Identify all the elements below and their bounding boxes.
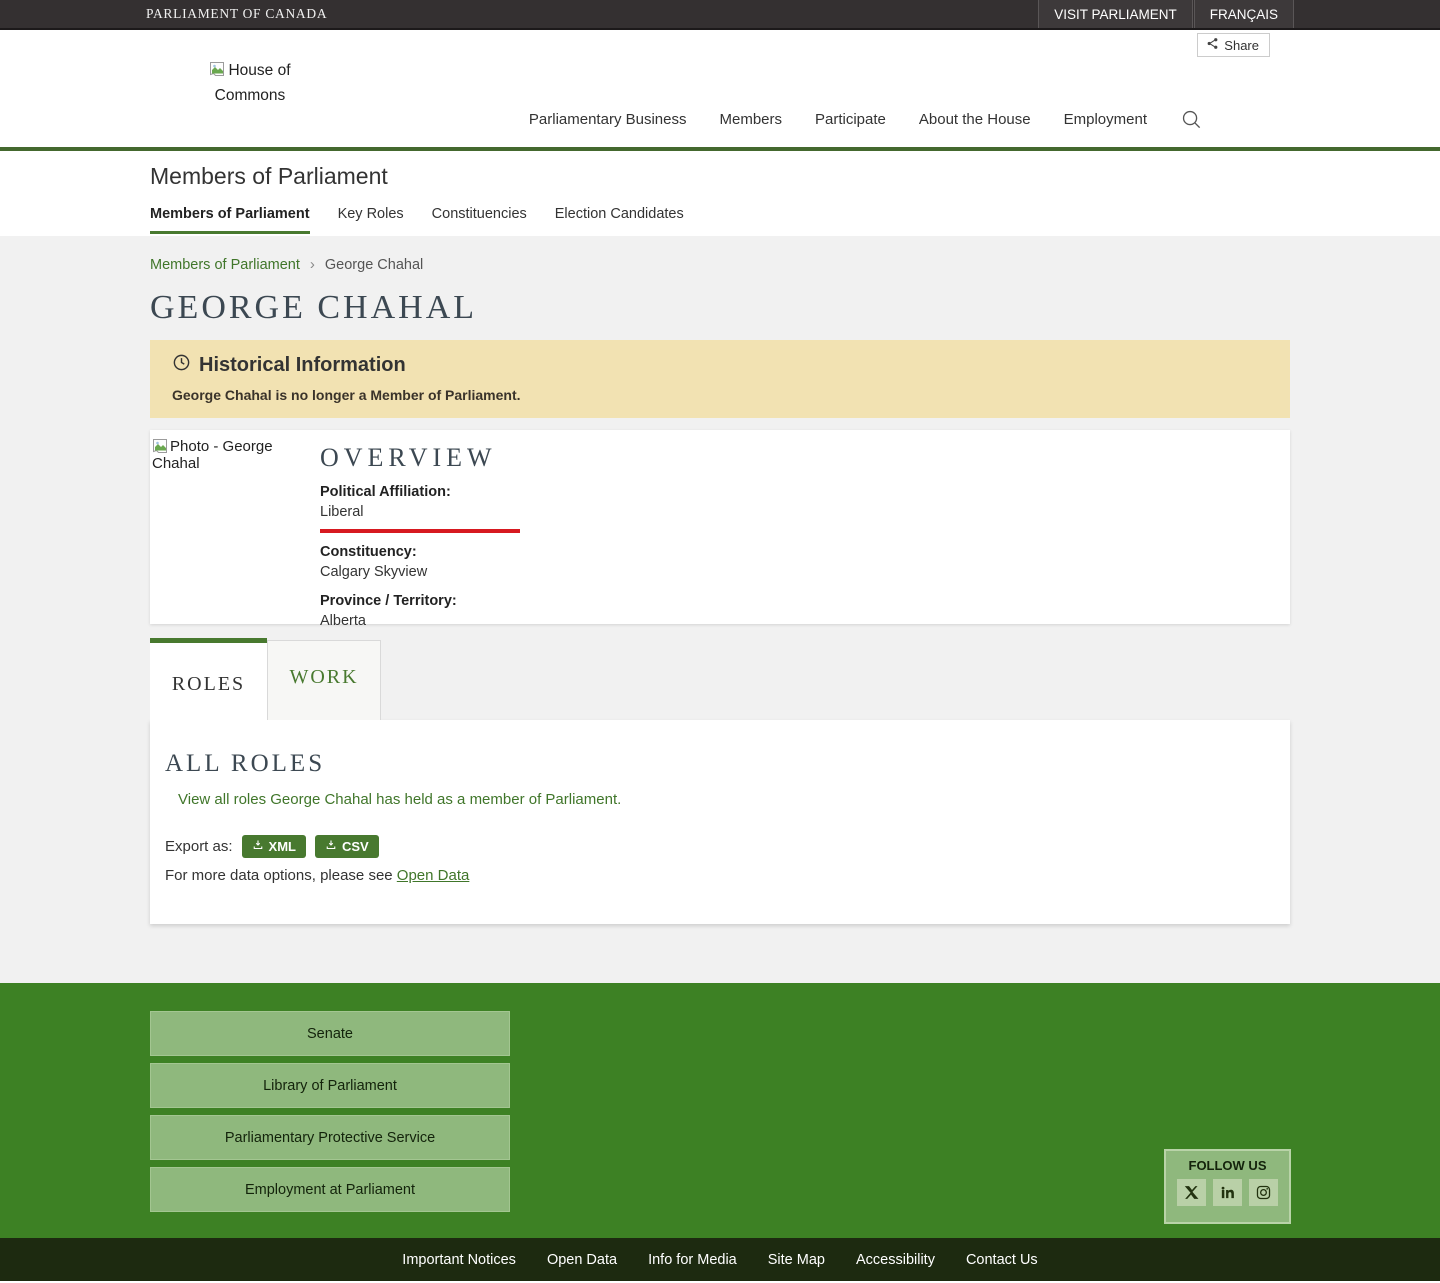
open-data-link[interactable]: Open Data <box>397 867 470 884</box>
download-icon <box>325 839 337 854</box>
subnav-key-roles[interactable]: Key Roles <box>338 206 404 234</box>
tab-work[interactable]: WORK <box>267 640 381 720</box>
page-title: GEORGE CHAHAL <box>150 289 1290 327</box>
notice-title: Historical Information <box>199 354 406 377</box>
view-all-roles-link[interactable]: View all roles George Chahal has held as… <box>178 791 621 808</box>
overview-card: Photo - George Chahal OVERVIEW Political… <box>150 430 1290 624</box>
members-section-header: Members of Parliament Members of Parliam… <box>0 151 1440 236</box>
instagram-icon[interactable] <box>1249 1179 1278 1206</box>
party-color-bar <box>320 529 520 533</box>
spacer <box>1295 0 1440 28</box>
open-data-footer-link[interactable]: Open Data <box>547 1252 617 1268</box>
photo-alt-text: Photo - George Chahal <box>152 438 273 472</box>
search-icon[interactable] <box>1180 108 1203 131</box>
download-icon <box>252 839 264 854</box>
clock-icon <box>172 353 191 378</box>
profile-tabs: ROLES WORK <box>150 638 1290 720</box>
overview-heading: OVERVIEW <box>320 443 520 473</box>
follow-us-label: FOLLOW US <box>1166 1158 1289 1173</box>
breadcrumb: Members of Parliament › George Chahal <box>150 256 1290 273</box>
house-of-commons-logo[interactable]: House of Commons <box>180 58 320 108</box>
accessibility-link[interactable]: Accessibility <box>856 1252 935 1268</box>
linkedin-icon[interactable] <box>1213 1179 1242 1206</box>
parliament-brand: PARLIAMENT OF CANADA <box>146 6 327 22</box>
breadcrumb-current: George Chahal <box>325 257 423 273</box>
legal-links-bar: Important Notices Open Data Info for Med… <box>0 1238 1440 1281</box>
subnav-constituencies[interactable]: Constituencies <box>432 206 527 234</box>
breadcrumb-members-link[interactable]: Members of Parliament <box>150 257 300 273</box>
footer-employment-button[interactable]: Employment at Parliament <box>150 1167 510 1212</box>
info-for-media-link[interactable]: Info for Media <box>648 1252 737 1268</box>
nav-employment[interactable]: Employment <box>1064 111 1147 128</box>
main-navigation: Parliamentary Business Members Participa… <box>529 108 1203 131</box>
broken-image-icon <box>209 62 228 79</box>
constituency-value: Calgary Skyview <box>320 562 520 582</box>
follow-us-panel: FOLLOW US <box>1164 1149 1291 1224</box>
political-affiliation-label: Political Affiliation: <box>320 482 520 502</box>
export-xml-button[interactable]: XML <box>242 835 306 858</box>
site-footer: Senate Library of Parliament Parliamenta… <box>0 983 1440 1238</box>
site-map-link[interactable]: Site Map <box>768 1252 825 1268</box>
political-affiliation-value: Liberal <box>320 502 520 522</box>
spacer <box>327 0 1038 28</box>
export-csv-label: CSV <box>342 839 369 854</box>
contact-us-link[interactable]: Contact Us <box>966 1252 1038 1268</box>
chevron-right-icon: › <box>310 256 315 273</box>
nav-about-the-house[interactable]: About the House <box>919 111 1031 128</box>
tab-roles[interactable]: ROLES <box>150 638 267 720</box>
important-notices-link[interactable]: Important Notices <box>402 1252 516 1268</box>
notice-message: George Chahal is no longer a Member of P… <box>172 387 1268 403</box>
section-title: Members of Parliament <box>150 163 1440 190</box>
subnav-election-candidates[interactable]: Election Candidates <box>555 206 684 234</box>
historical-information-banner: Historical Information George Chahal is … <box>150 340 1290 418</box>
province-value: Alberta <box>320 611 520 631</box>
section-subnav: Members of Parliament Key Roles Constitu… <box>150 206 1440 234</box>
broken-image-icon <box>152 438 170 455</box>
all-roles-heading: ALL ROLES <box>165 750 1290 778</box>
member-photo: Photo - George Chahal <box>150 430 320 624</box>
utility-bar: PARLIAMENT OF CANADA VISIT PARLIAMENT FR… <box>0 0 1440 30</box>
export-csv-button[interactable]: CSV <box>315 835 379 858</box>
open-data-text: For more data options, please see <box>165 867 397 884</box>
roles-panel: ALL ROLES View all roles George Chahal h… <box>150 720 1290 924</box>
share-button[interactable]: Share <box>1197 33 1270 57</box>
x-twitter-icon[interactable] <box>1177 1179 1206 1206</box>
nav-members[interactable]: Members <box>719 111 782 128</box>
site-header: Share House of Commons Parliamentary Bus… <box>0 30 1440 151</box>
export-xml-label: XML <box>269 839 296 854</box>
share-label: Share <box>1224 38 1259 53</box>
share-icon <box>1206 37 1219 53</box>
language-toggle-francais[interactable]: FRANÇAIS <box>1194 0 1294 28</box>
nav-parliamentary-business[interactable]: Parliamentary Business <box>529 111 687 128</box>
subnav-members-of-parliament[interactable]: Members of Parliament <box>150 206 310 234</box>
footer-senate-button[interactable]: Senate <box>150 1011 510 1056</box>
main-content: Members of Parliament › George Chahal GE… <box>0 236 1440 983</box>
constituency-label: Constituency: <box>320 542 520 562</box>
footer-library-button[interactable]: Library of Parliament <box>150 1063 510 1108</box>
footer-protective-service-button[interactable]: Parliamentary Protective Service <box>150 1115 510 1160</box>
province-label: Province / Territory: <box>320 591 520 611</box>
export-row: Export as: XML CSV <box>165 835 1290 858</box>
nav-participate[interactable]: Participate <box>815 111 886 128</box>
export-as-label: Export as: <box>165 838 233 855</box>
overview-body: OVERVIEW Political Affiliation: Liberal … <box>320 430 520 624</box>
open-data-row: For more data options, please see Open D… <box>165 867 1290 884</box>
visit-parliament-link[interactable]: VISIT PARLIAMENT <box>1038 0 1193 28</box>
